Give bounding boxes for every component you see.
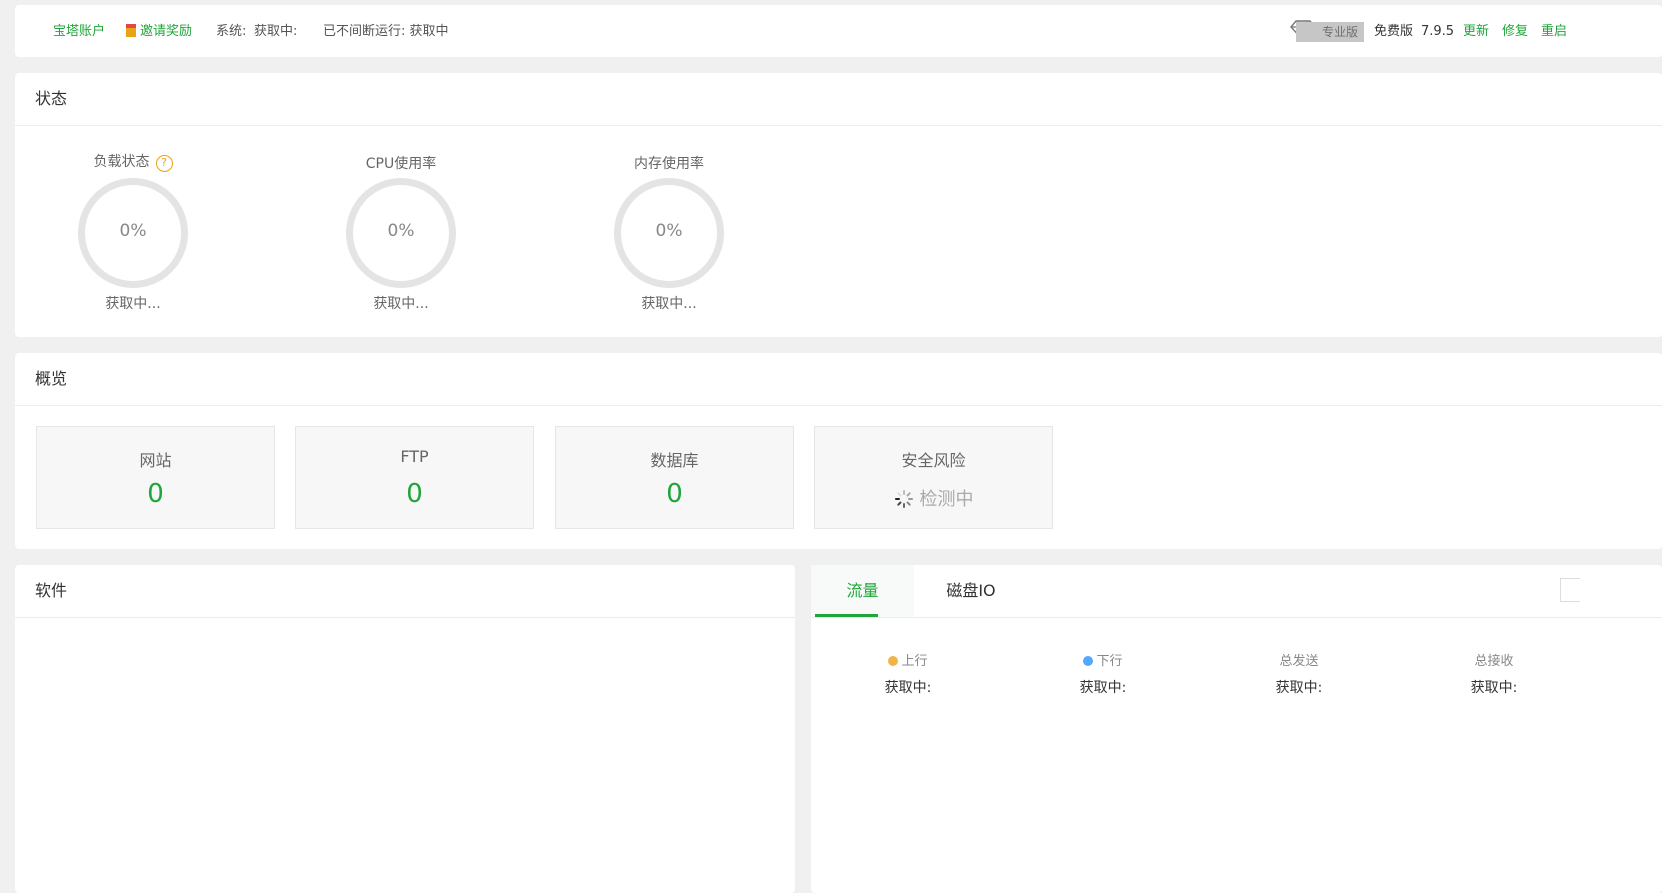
gauge-status: 获取中... — [641, 296, 697, 312]
gift-icon — [126, 24, 136, 37]
gauge-value: 0% — [119, 221, 147, 241]
tile-label: 数据库 — [650, 451, 699, 470]
pro-edition-badge[interactable]: 专业版 — [1296, 22, 1365, 42]
invite-label: 邀请奖励 — [140, 24, 193, 39]
tile-status: 检测中 — [815, 485, 1052, 511]
tile-value[interactable]: 0 — [556, 479, 793, 509]
stat-value: 获取中: — [1470, 680, 1518, 696]
tile-ftp[interactable]: FTP 0 — [295, 426, 534, 529]
stat-total-sent: 总发送 获取中: — [1239, 650, 1359, 697]
divider — [15, 405, 1662, 406]
stat-value: 获取中: — [1275, 680, 1323, 696]
overview-title: 概览 — [35, 369, 68, 388]
upload-label: 上行 — [901, 654, 928, 669]
update-link[interactable]: 更新 — [1463, 5, 1489, 57]
divider — [811, 617, 1662, 618]
gauge-value: 0% — [655, 221, 683, 241]
stat-total-received: 总接收 获取中: — [1434, 650, 1554, 697]
loading-spinner-icon — [894, 490, 913, 508]
stat-upload: 上行 获取中: — [848, 650, 968, 697]
restart-link[interactable]: 重启 — [1541, 5, 1567, 57]
stat-label: 上行 — [848, 650, 968, 669]
stat-download: 下行 获取中: — [1043, 650, 1163, 697]
gauge-label: CPU使用率 — [365, 156, 437, 172]
system-label: 系统: — [216, 24, 247, 39]
download-dot-icon — [1083, 656, 1094, 666]
traffic-panel: 流量 磁盘IO 上行 获取中: 下行 获取中: 总发送 获取中: 总接收 获取中… — [811, 565, 1662, 893]
help-icon[interactable]: ? — [155, 155, 173, 172]
stat-label: 总接收 — [1474, 654, 1514, 669]
stat-label: 总发送 — [1279, 654, 1319, 669]
stat-value: 获取中: — [1079, 680, 1127, 696]
tab-label: 磁盘IO — [946, 581, 996, 600]
gauge-label: 内存使用率 — [634, 156, 704, 172]
gauge-status: 获取中... — [105, 296, 161, 312]
stat-value: 获取中: — [884, 680, 932, 696]
tile-value[interactable]: 0 — [37, 479, 274, 509]
uptime-text: 已不间断运行: 获取中 — [323, 24, 449, 39]
tile-label: 安全风险 — [901, 451, 966, 470]
repair-link[interactable]: 修复 — [1502, 5, 1528, 57]
tab-traffic[interactable]: 流量 — [811, 565, 914, 617]
tab-label: 流量 — [846, 581, 879, 600]
invite-reward-link[interactable]: 邀请奖励 — [126, 5, 192, 57]
gauge-value: 0% — [387, 221, 415, 241]
interface-select[interactable] — [1560, 578, 1580, 602]
tile-security-risk[interactable]: 安全风险 检测中 — [814, 426, 1053, 529]
version-label: 7.9.5 — [1421, 24, 1455, 39]
divider — [15, 617, 795, 618]
gauge-label: 负载状态? — [33, 151, 233, 172]
tile-label: 网站 — [139, 451, 172, 470]
status-title: 状态 — [35, 89, 68, 108]
load-label: 负载状态 — [93, 154, 150, 170]
system-value: 获取中: — [254, 24, 298, 39]
checking-label: 检测中 — [919, 489, 974, 510]
upload-dot-icon — [888, 656, 899, 666]
account-link[interactable]: 宝塔账户 — [53, 5, 105, 57]
top-bar: 宝塔账户 邀请奖励 系统: 获取中: 已不间断运行: 获取中 专业版 免费版 7… — [15, 5, 1662, 57]
download-label: 下行 — [1096, 654, 1123, 669]
free-edition-label: 免费版 — [1374, 24, 1414, 39]
gauge-status: 获取中... — [373, 296, 429, 312]
overview-panel: 概览 网站 0 FTP 0 数据库 0 安全风险 检测中 — [15, 353, 1662, 549]
tab-disk-io[interactable]: 磁盘IO — [931, 565, 1011, 617]
status-panel: 状态 负载状态? 0% 获取中... CPU使用率 0% 获取中... 内存使用… — [15, 73, 1662, 337]
tile-label: FTP — [400, 447, 429, 466]
stat-label: 下行 — [1043, 650, 1163, 669]
software-title: 软件 — [35, 581, 68, 600]
software-panel: 软件 — [15, 565, 795, 893]
tile-database[interactable]: 数据库 0 — [555, 426, 794, 529]
divider — [15, 125, 1662, 126]
tile-value[interactable]: 0 — [296, 479, 533, 509]
tile-websites[interactable]: 网站 0 — [36, 426, 275, 529]
